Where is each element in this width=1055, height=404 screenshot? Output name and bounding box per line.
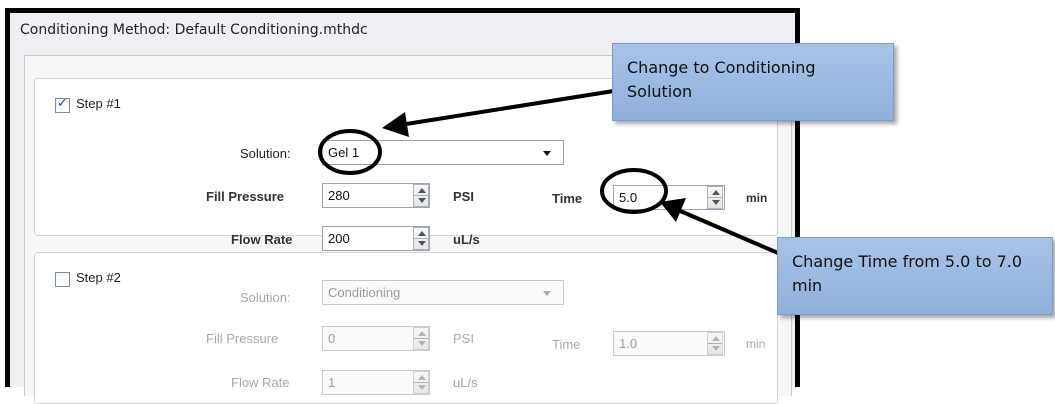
arrow-line-solution [399, 88, 621, 127]
callout-solution: Change to Conditioning Solution [612, 43, 894, 121]
highlight-circle-time [600, 168, 668, 214]
arrow-head-solution [382, 112, 409, 137]
annotation-overlay [318, 88, 779, 255]
highlight-circle-solution [318, 129, 382, 175]
callout-time: Change Time from 5.0 to 7.0 min [777, 237, 1053, 315]
arrow-line-time [677, 208, 779, 255]
